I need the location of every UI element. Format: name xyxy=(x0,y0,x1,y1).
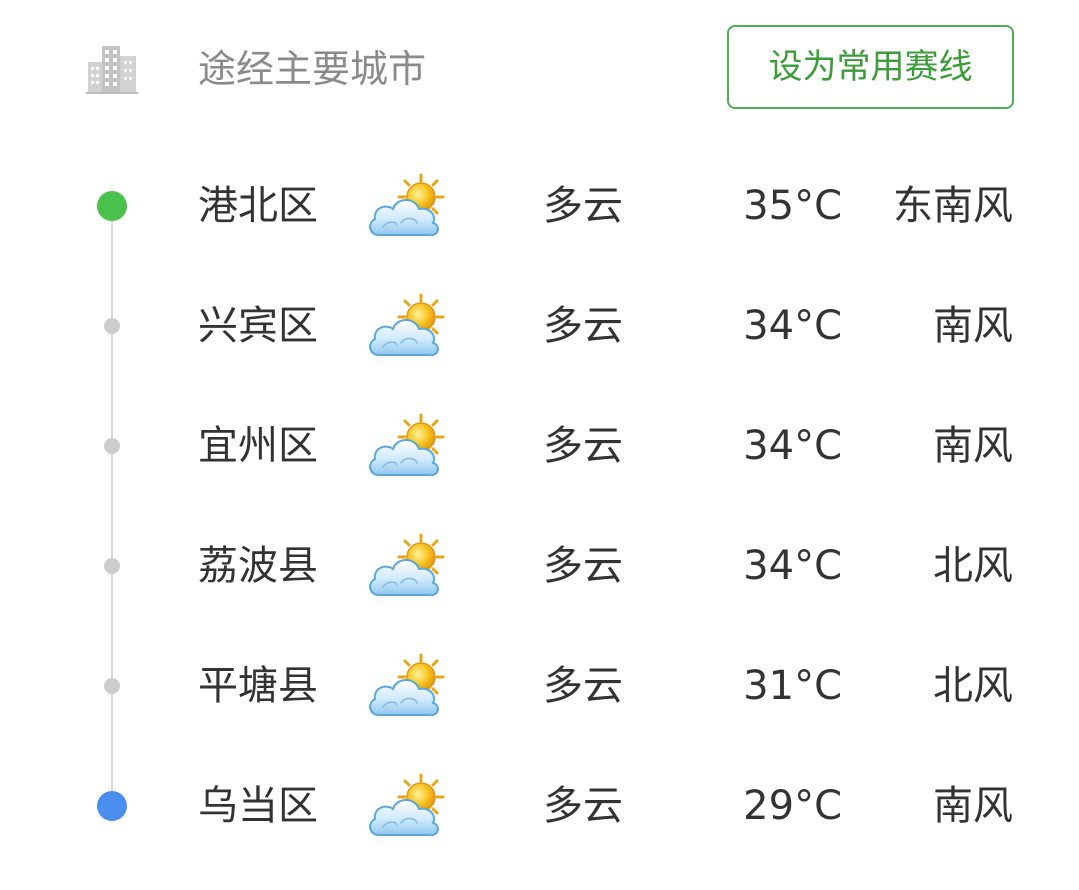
city-name: 平塘县 xyxy=(198,663,318,709)
route-city-row[interactable]: 宜州区 多云 34°C 南风 xyxy=(0,396,1079,496)
waypoint-dot xyxy=(104,558,120,574)
waypoint-dot xyxy=(104,678,120,694)
weather-condition: 多云 xyxy=(543,663,623,709)
city-name: 港北区 xyxy=(198,183,318,229)
city-name: 兴宾区 xyxy=(198,303,318,349)
wind-direction: 北风 xyxy=(933,663,1013,709)
partly-cloudy-icon xyxy=(365,411,447,483)
partly-cloudy-icon xyxy=(365,771,447,843)
weather-condition: 多云 xyxy=(543,303,623,349)
temperature: 31°C xyxy=(743,663,842,709)
building-icon xyxy=(86,46,138,94)
route-city-row[interactable]: 乌当区 多云 29°C 南风 xyxy=(0,756,1079,856)
city-name: 宜州区 xyxy=(198,423,318,469)
weather-condition: 多云 xyxy=(543,183,623,229)
wind-direction: 南风 xyxy=(933,303,1013,349)
route-city-row[interactable]: 港北区 多云 35°C 东南风 xyxy=(0,156,1079,256)
set-favorite-route-button[interactable]: 设为常用赛线 xyxy=(727,25,1014,109)
weather-condition: 多云 xyxy=(543,543,623,589)
header: 途经主要城市 设为常用赛线 xyxy=(0,0,1079,140)
partly-cloudy-icon xyxy=(365,531,447,603)
waypoint-dot xyxy=(104,318,120,334)
temperature: 34°C xyxy=(743,543,842,589)
partly-cloudy-icon xyxy=(365,291,447,363)
wind-direction: 南风 xyxy=(933,783,1013,829)
temperature: 34°C xyxy=(743,423,842,469)
partly-cloudy-icon xyxy=(365,171,447,243)
temperature: 34°C xyxy=(743,303,842,349)
temperature: 35°C xyxy=(743,183,842,229)
wind-direction: 南风 xyxy=(933,423,1013,469)
weather-condition: 多云 xyxy=(543,783,623,829)
temperature: 29°C xyxy=(743,783,842,829)
city-name: 乌当区 xyxy=(198,783,318,829)
waypoint-dot xyxy=(104,438,120,454)
partly-cloudy-icon xyxy=(365,651,447,723)
city-name: 荔波县 xyxy=(198,543,318,589)
start-point-dot xyxy=(97,191,127,221)
wind-direction: 东南风 xyxy=(893,183,1013,229)
route-city-row[interactable]: 荔波县 多云 34°C 北风 xyxy=(0,516,1079,616)
route-city-row[interactable]: 兴宾区 多云 34°C 南风 xyxy=(0,276,1079,376)
header-title: 途经主要城市 xyxy=(198,47,427,91)
weather-condition: 多云 xyxy=(543,423,623,469)
end-point-dot xyxy=(97,791,127,821)
wind-direction: 北风 xyxy=(933,543,1013,589)
route-city-row[interactable]: 平塘县 多云 31°C 北风 xyxy=(0,636,1079,736)
